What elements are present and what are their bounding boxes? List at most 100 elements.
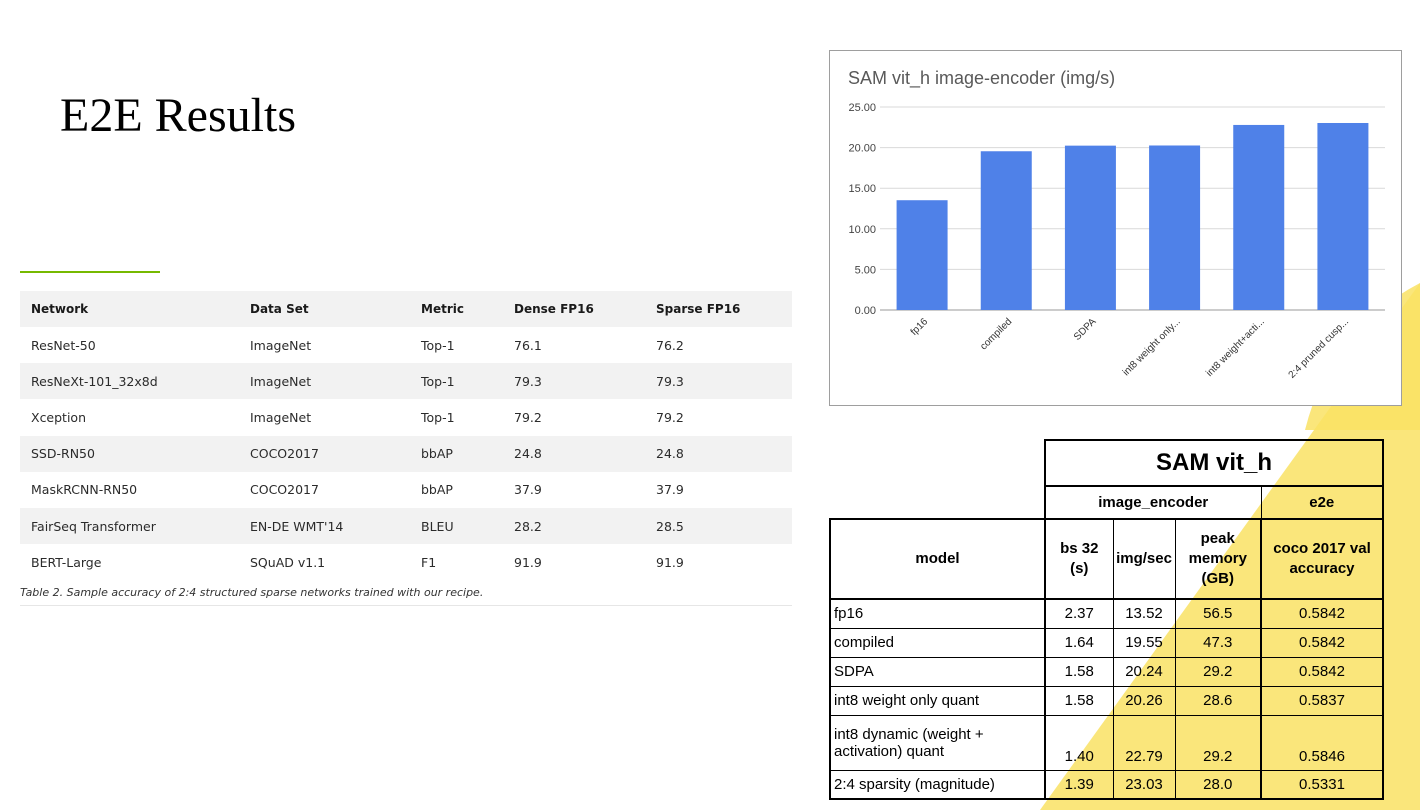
cell-accuracy: 0.5842 — [1260, 656, 1384, 687]
slide-title: E2E Results — [60, 89, 296, 142]
cell-img-sec: 23.03 — [1112, 769, 1176, 800]
cell-sparse: 37.9 — [645, 471, 792, 508]
cell-dense: 76.1 — [503, 327, 645, 364]
cell-network: Xception — [20, 399, 239, 436]
column-header-sparse: Sparse FP16 — [645, 291, 792, 327]
cell-metric: F1 — [410, 544, 503, 581]
group-header-e2e: e2e — [1260, 485, 1384, 520]
cell-network: ResNet-50 — [20, 327, 239, 364]
table-row: fp16 2.37 13.52 56.5 0.5842 — [829, 598, 1384, 629]
cell-model: int8 weight only quant — [829, 685, 1046, 716]
x-tick-label: fp16 — [909, 316, 931, 338]
cell-peak-memory: 28.6 — [1174, 685, 1262, 716]
column-header-accuracy: coco 2017 val accuracy — [1260, 518, 1384, 600]
cell-dataset: COCO2017 — [239, 471, 410, 508]
cell-accuracy: 0.5331 — [1260, 769, 1384, 800]
bar — [980, 151, 1032, 310]
bar — [1149, 145, 1201, 310]
cell-img-sec: 22.79 — [1112, 714, 1176, 771]
cell-metric: Top-1 — [410, 327, 503, 364]
cell-sparse: 76.2 — [645, 327, 792, 364]
cell-model: int8 dynamic (weight + activation) quant — [829, 714, 1046, 771]
cell-peak-memory: 28.0 — [1174, 769, 1262, 800]
column-header-bs32: bs 32 (s) — [1044, 518, 1114, 600]
table-row: compiled 1.64 19.55 47.3 0.5842 — [829, 627, 1384, 658]
cell-img-sec: 19.55 — [1112, 627, 1176, 658]
cell-model: fp16 — [829, 598, 1046, 629]
accuracy-table: Network Data Set Metric Dense FP16 Spars… — [20, 291, 792, 581]
cell-metric: Top-1 — [410, 363, 503, 400]
cell-network: BERT-Large — [20, 544, 239, 581]
cell-peak-memory: 47.3 — [1174, 627, 1262, 658]
cell-dense: 24.8 — [503, 435, 645, 472]
table-row: ResNeXt-101_32x8d ImageNet Top-1 79.3 79… — [20, 363, 792, 400]
bar — [896, 200, 948, 310]
table-row: SSD-RN50 COCO2017 bbAP 24.8 24.8 — [20, 435, 792, 472]
cell-dataset: EN-DE WMT'14 — [239, 507, 410, 545]
cell-bs32: 1.39 — [1044, 769, 1114, 800]
column-header-dataset: Data Set — [239, 291, 410, 327]
cell-img-sec: 13.52 — [1112, 598, 1176, 629]
table-row: int8 dynamic (weight + activation) quant … — [829, 714, 1384, 771]
cell-dense: 28.2 — [503, 507, 645, 545]
cell-dense: 79.2 — [503, 399, 645, 436]
table-row: Xception ImageNet Top-1 79.2 79.2 — [20, 399, 792, 436]
cell-sparse: 79.2 — [645, 399, 792, 436]
cell-model: compiled — [829, 627, 1046, 658]
cell-sparse: 79.3 — [645, 363, 792, 400]
cell-accuracy: 0.5846 — [1260, 714, 1384, 771]
cell-peak-memory: 29.2 — [1174, 656, 1262, 687]
column-header-peak-memory: peak memory (GB) — [1174, 518, 1262, 600]
x-tick-label: compiled — [978, 316, 1014, 352]
bar — [1064, 145, 1116, 310]
cell-accuracy: 0.5842 — [1260, 598, 1384, 629]
cell-network: FairSeq Transformer — [20, 507, 239, 545]
cell-network: MaskRCNN-RN50 — [20, 471, 239, 508]
y-tick-label: 10.00 — [848, 224, 876, 236]
cell-img-sec: 20.26 — [1112, 685, 1176, 716]
cell-bs32: 2.37 — [1044, 598, 1114, 629]
x-tick-label: int8 weight only... — [1121, 316, 1183, 378]
y-tick-label: 20.00 — [848, 143, 876, 155]
x-tick-label: int8 weight+acti... — [1204, 316, 1267, 379]
cell-metric: BLEU — [410, 507, 503, 545]
cell-dense: 37.9 — [503, 471, 645, 508]
y-tick-label: 0.00 — [855, 305, 876, 317]
table-row: 2:4 sparsity (magnitude) 1.39 23.03 28.0… — [829, 769, 1384, 800]
bar — [1317, 122, 1369, 310]
cell-sparse: 24.8 — [645, 435, 792, 472]
cell-peak-memory: 56.5 — [1174, 598, 1262, 629]
accent-divider — [20, 271, 160, 273]
cell-network: ResNeXt-101_32x8d — [20, 363, 239, 400]
cell-dataset: ImageNet — [239, 327, 410, 364]
table-row: MaskRCNN-RN50 COCO2017 bbAP 37.9 37.9 — [20, 471, 792, 508]
cell-metric: bbAP — [410, 471, 503, 508]
cell-img-sec: 20.24 — [1112, 656, 1176, 687]
y-tick-label: 25.00 — [848, 102, 876, 114]
y-tick-label: 5.00 — [855, 264, 876, 276]
cell-peak-memory: 29.2 — [1174, 714, 1262, 771]
x-tick-label: SDPA — [1072, 316, 1099, 343]
cell-model: SDPA — [829, 656, 1046, 687]
cell-bs32: 1.58 — [1044, 656, 1114, 687]
column-header-metric: Metric — [410, 291, 503, 327]
cell-dense: 91.9 — [503, 544, 645, 581]
chart-plot: 0.00 5.00 10.00 15.00 20.00 25.00 fp16 compiled… — [848, 102, 1385, 381]
table-row: FairSeq Transformer EN-DE WMT'14 BLEU 28… — [20, 507, 792, 545]
column-header-dense: Dense FP16 — [503, 291, 645, 327]
group-header-image-encoder: image_encoder — [1044, 485, 1262, 520]
cell-dense: 79.3 — [503, 363, 645, 400]
cell-dataset: ImageNet — [239, 363, 410, 400]
bar — [1233, 124, 1285, 311]
cell-dataset: ImageNet — [239, 399, 410, 436]
column-header-model: model — [829, 518, 1046, 600]
bar-chart: SAM vit_h image-encoder (img/s) 0.00 5.00… — [829, 50, 1402, 406]
cell-model: 2:4 sparsity (magnitude) — [829, 769, 1046, 800]
column-header-img-sec: img/sec — [1112, 518, 1176, 600]
table-row: int8 weight only quant 1.58 20.26 28.6 0… — [829, 685, 1384, 716]
table-title: SAM vit_h — [1044, 439, 1384, 487]
table-caption: Table 2. Sample accuracy of 2:4 structur… — [20, 586, 792, 606]
table-row: ResNet-50 ImageNet Top-1 76.1 76.2 — [20, 327, 792, 364]
column-header-network: Network — [20, 291, 239, 327]
cell-sparse: 28.5 — [645, 507, 792, 545]
